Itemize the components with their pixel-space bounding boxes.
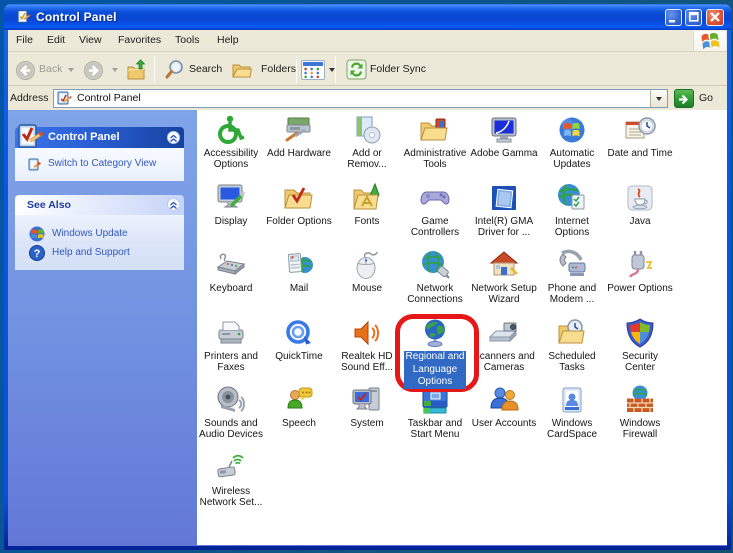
svg-text:?: ? [34, 248, 41, 260]
